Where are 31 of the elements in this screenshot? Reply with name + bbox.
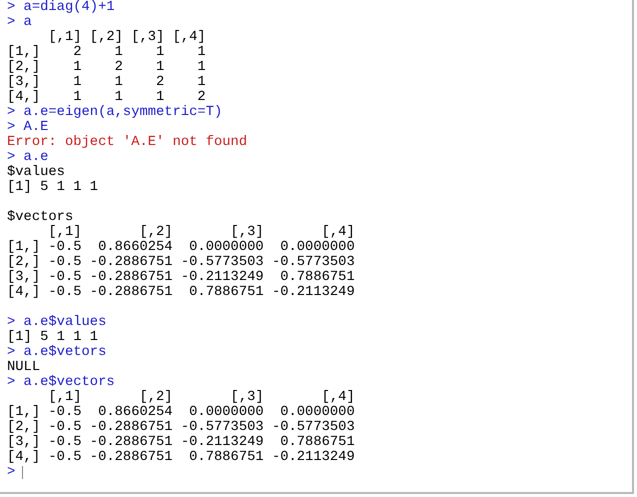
console-command: > a.e=eigen(a,symmetric=T) xyxy=(7,105,222,120)
console-command: > A.E xyxy=(7,120,48,135)
console-output: $vectors xyxy=(7,210,74,225)
console-output: [4,] -0.5 -0.2886751 0.7886751 -0.2113249 xyxy=(7,285,355,300)
console-command: > a=diag(4)+1 xyxy=(7,0,115,15)
console-command: > a.e xyxy=(7,150,48,165)
console-output: [3,] -0.5 -0.2886751 -0.2113249 0.7886751 xyxy=(7,270,355,285)
console-output: [4,] 1 1 1 2 xyxy=(7,90,206,105)
console-output: [3,] 1 1 2 1 xyxy=(7,75,206,90)
console-output: [1,] -0.5 0.8660254 0.0000000 0.0000000 xyxy=(7,240,355,255)
console-output: [1] 5 1 1 1 xyxy=(7,330,98,345)
console-command: > a.e$vetors xyxy=(7,345,106,360)
console-command: > a.e$values xyxy=(7,315,106,330)
error-message: Error: object 'A.E' not found xyxy=(7,135,248,150)
console-output: [2,] -0.5 -0.2886751 -0.5773503 -0.5773503 xyxy=(7,420,355,435)
text-cursor xyxy=(22,466,24,479)
console-output: [1,] 2 1 1 1 xyxy=(7,45,206,60)
console-output: [2,] 1 2 1 1 xyxy=(7,60,206,75)
console-output: [4,] -0.5 -0.2886751 0.7886751 -0.2113249 xyxy=(7,450,355,465)
console-output: $values xyxy=(7,165,65,180)
console-prompt: > xyxy=(7,465,16,480)
console-output: [,1] [,2] [,3] [,4] xyxy=(47,390,355,405)
console-output: [,1] [,2] [,3] [,4] xyxy=(47,225,355,240)
console-output: [3,] -0.5 -0.2886751 -0.2113249 0.7886751 xyxy=(7,435,355,450)
console-command: > a.e$vectors xyxy=(7,375,115,390)
console-command: > a xyxy=(7,15,32,30)
console-output: [2,] -0.5 -0.2886751 -0.5773503 -0.5773503 xyxy=(7,255,355,270)
console-output: NULL xyxy=(7,360,40,375)
console-output: [,1] [,2] [,3] [,4] xyxy=(47,30,206,45)
console-output: [1] 5 1 1 1 xyxy=(7,180,98,195)
console-output: [1,] -0.5 0.8660254 0.0000000 0.0000000 xyxy=(7,405,355,420)
